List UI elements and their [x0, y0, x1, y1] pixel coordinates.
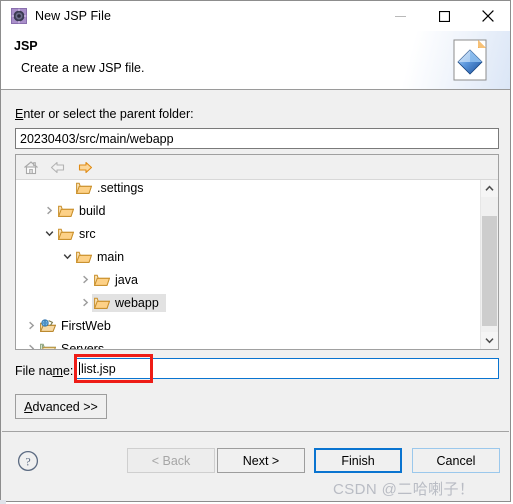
- tree-item-label: webapp: [114, 294, 162, 311]
- back-button-label: < Back: [151, 453, 191, 468]
- maximize-button[interactable]: [422, 1, 466, 31]
- new-jsp-file-dialog: New JSP File JSP Create a new JSP file.: [0, 0, 511, 502]
- file-name-input[interactable]: list.jsp: [74, 358, 499, 379]
- file-name-value: list.jsp: [81, 361, 116, 376]
- next-button[interactable]: Next >: [217, 448, 305, 473]
- tree-toolbar: [16, 155, 498, 180]
- close-button[interactable]: [466, 1, 510, 31]
- minimize-button[interactable]: [378, 1, 422, 31]
- tree-item-java[interactable]: java: [16, 268, 481, 291]
- finish-button-label: Finish: [341, 453, 375, 468]
- help-icon[interactable]: ?: [17, 450, 39, 472]
- tree-item-label: .settings: [97, 180, 144, 195]
- chevron-right-icon[interactable]: [79, 296, 92, 309]
- forward-arrow-icon[interactable]: [76, 159, 94, 176]
- folder-icon: [75, 181, 93, 195]
- window-controls: [378, 1, 510, 31]
- file-name-label-post: e:: [62, 364, 74, 378]
- tree-item-label: src: [79, 226, 96, 241]
- scroll-down-icon[interactable]: [481, 332, 498, 349]
- tree-item-settings[interactable]: .settings: [16, 180, 481, 199]
- title-bar: New JSP File: [1, 1, 510, 31]
- parent-folder-value: 20230403/src/main/webapp: [20, 131, 174, 146]
- jsp-wizard-icon: [11, 8, 27, 24]
- chevron-down-icon[interactable]: [61, 250, 74, 263]
- banner-subtitle: Create a new JSP file.: [21, 61, 145, 75]
- chevron-right-icon[interactable]: [43, 204, 56, 217]
- tree-item-src[interactable]: src: [16, 222, 481, 245]
- banner-title: JSP: [14, 39, 38, 53]
- svg-text:?: ?: [25, 454, 30, 468]
- folder-icon: [57, 204, 75, 218]
- server-folder-icon: [40, 342, 57, 349]
- advanced-button[interactable]: Advanced >>: [15, 394, 107, 419]
- folder-icon: [57, 227, 75, 241]
- chevron-right-icon[interactable]: [25, 319, 38, 332]
- file-name-label: File name:: [15, 364, 74, 378]
- page-edge-decoration: [0, 500, 6, 504]
- advanced-label-rest: dvanced >>: [32, 399, 98, 414]
- cancel-button[interactable]: Cancel: [412, 448, 500, 473]
- scroll-up-icon[interactable]: [481, 180, 498, 197]
- tree-item-label: Servers: [61, 341, 105, 350]
- jsp-file-banner-icon: [448, 36, 496, 84]
- finish-button[interactable]: Finish: [314, 448, 402, 473]
- tree-item-label: build: [79, 203, 106, 218]
- tree-vertical-scrollbar[interactable]: [480, 180, 498, 349]
- dialog-footer: ? < Back Next > Finish Cancel: [1, 432, 510, 501]
- tree-item-main[interactable]: main: [16, 245, 481, 268]
- tree-item-servers[interactable]: Servers: [16, 337, 481, 349]
- parent-folder-input[interactable]: 20230403/src/main/webapp: [15, 128, 499, 149]
- folder-icon: [75, 250, 93, 264]
- folder-tree[interactable]: .settings build src main java webapp Fir…: [16, 180, 498, 349]
- text-caret: [79, 362, 80, 375]
- back-arrow-icon[interactable]: [49, 159, 67, 176]
- tree-item-build[interactable]: build: [16, 199, 481, 222]
- parent-folder-label-rest: nter or select the parent folder:: [23, 107, 194, 121]
- back-button[interactable]: < Back: [127, 448, 215, 473]
- scrollbar-thumb[interactable]: [482, 216, 497, 326]
- home-icon[interactable]: [22, 159, 40, 176]
- wizard-banner: JSP Create a new JSP file.: [1, 31, 510, 90]
- chevron-down-icon[interactable]: [43, 227, 56, 240]
- next-button-label: Next >: [242, 453, 280, 468]
- cancel-button-label: Cancel: [436, 453, 476, 468]
- dialog-body: Enter or select the parent folder: 20230…: [1, 90, 510, 501]
- tree-item-webapp[interactable]: webapp: [16, 291, 481, 314]
- web-project-icon: [39, 318, 57, 333]
- parent-folder-label: Enter or select the parent folder:: [15, 107, 194, 121]
- chevron-right-icon[interactable]: [25, 342, 38, 349]
- file-name-label-pre: File na: [15, 364, 53, 378]
- tree-item-label: main: [97, 249, 125, 264]
- folder-icon: [93, 273, 111, 287]
- window-title: New JSP File: [35, 9, 111, 23]
- chevron-right-icon[interactable]: [79, 273, 92, 286]
- tree-item-firstweb[interactable]: FirstWeb: [16, 314, 481, 337]
- folder-tree-panel: .settings build src main java webapp Fir…: [15, 154, 499, 350]
- tree-item-label: java: [115, 272, 138, 287]
- tree-rows: .settings build src main java webapp Fir…: [16, 180, 481, 349]
- tree-item-label: FirstWeb: [61, 318, 111, 333]
- folder-icon: [93, 296, 111, 310]
